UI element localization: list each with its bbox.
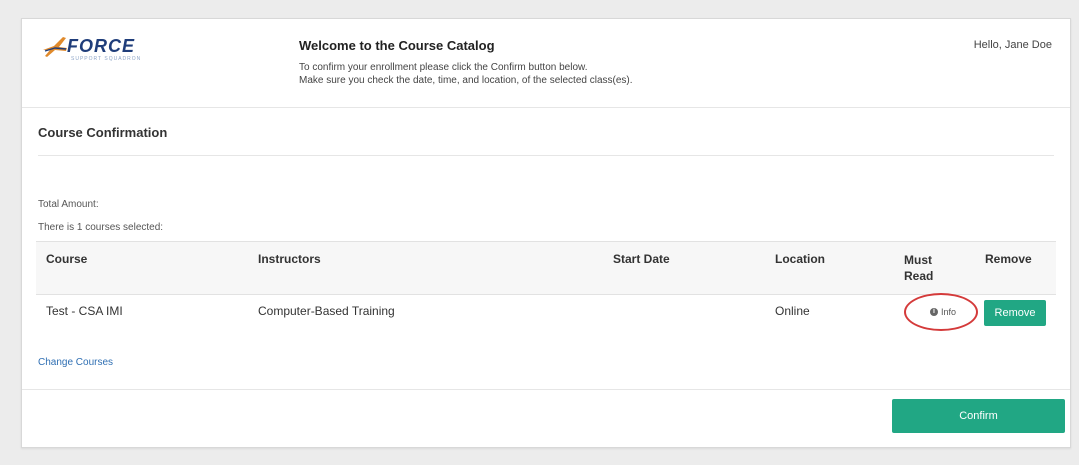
column-header-remove: Remove bbox=[985, 252, 1032, 266]
column-header-start-date: Start Date bbox=[613, 252, 670, 266]
force-logo: FORCE SUPPORT SQUADRON bbox=[42, 35, 152, 65]
cell-location: Online bbox=[775, 304, 810, 318]
info-button-label: Info bbox=[940, 307, 956, 317]
course-catalog-card: FORCE SUPPORT SQUADRON Welcome to the Co… bbox=[21, 18, 1071, 448]
section-divider bbox=[38, 155, 1054, 156]
remove-button[interactable]: Remove bbox=[984, 300, 1046, 326]
section-title: Course Confirmation bbox=[38, 125, 168, 140]
must-read-line-2: Read bbox=[904, 269, 934, 283]
info-button[interactable]: i Info bbox=[923, 303, 963, 321]
welcome-block: Welcome to the Course Catalog To confirm… bbox=[299, 38, 633, 87]
column-header-instructors: Instructors bbox=[258, 252, 321, 266]
table-row: Test - CSA IMI Computer-Based Training O… bbox=[36, 293, 1056, 338]
welcome-title: Welcome to the Course Catalog bbox=[299, 38, 495, 53]
user-greeting: Hello, Jane Doe bbox=[973, 39, 1052, 51]
column-header-location: Location bbox=[775, 252, 825, 266]
must-read-line-1: Must bbox=[904, 253, 932, 267]
info-circle-icon: i bbox=[929, 308, 938, 316]
logo-subtext: SUPPORT SQUADRON bbox=[71, 56, 142, 62]
footer-divider bbox=[22, 389, 1070, 390]
jet-icon bbox=[43, 37, 67, 57]
cell-course: Test - CSA IMI bbox=[46, 304, 123, 318]
logo-wordmark: FORCE bbox=[67, 36, 135, 56]
confirm-button[interactable]: Confirm bbox=[892, 399, 1065, 433]
column-header-course: Course bbox=[46, 252, 88, 266]
courses-selected-text: There is 1 courses selected: bbox=[38, 222, 164, 233]
welcome-instruction-1: To confirm your enrollment please click … bbox=[299, 62, 588, 73]
header-divider bbox=[22, 107, 1070, 108]
table-header: Course Instructors Start Date Location M… bbox=[36, 241, 1056, 295]
total-amount-label: Total Amount: bbox=[38, 199, 99, 210]
welcome-instruction-2: Make sure you check the date, time, and … bbox=[299, 75, 633, 86]
cell-instructors: Computer-Based Training bbox=[258, 304, 395, 318]
change-courses-link[interactable]: Change Courses bbox=[38, 357, 113, 368]
column-header-must-read: Must Read bbox=[904, 252, 933, 284]
